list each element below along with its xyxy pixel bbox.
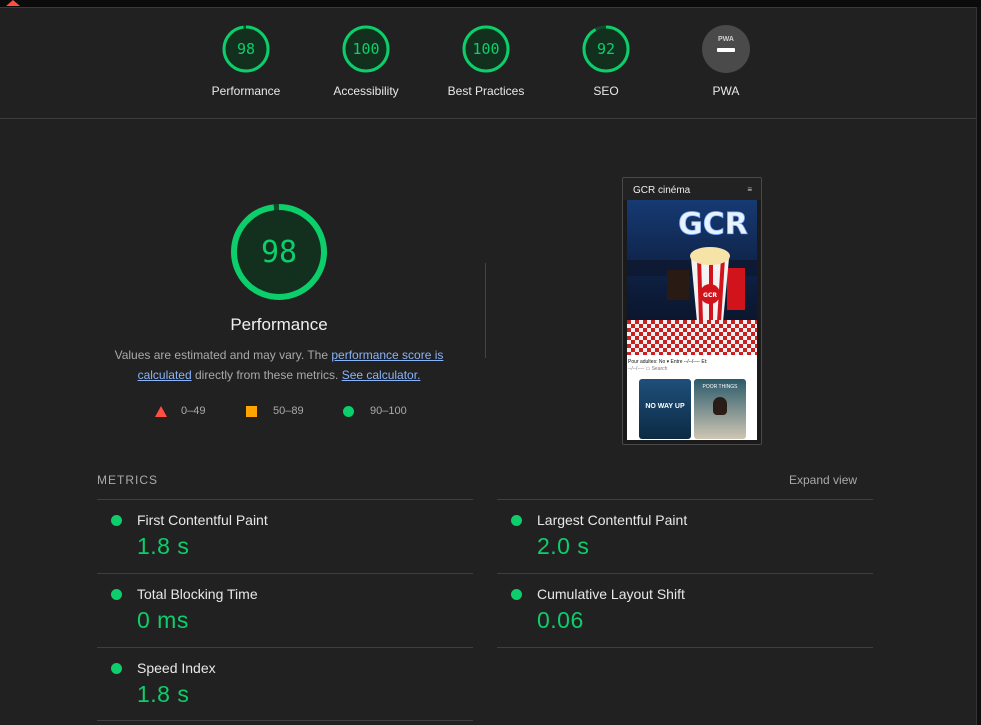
metric-tbt: Total Blocking Time 0 ms	[97, 573, 473, 648]
performance-title: Performance	[230, 315, 328, 334]
gauge-ring: 100	[462, 25, 510, 73]
square-icon	[246, 405, 257, 417]
legend-average: 50–89	[246, 405, 304, 417]
pass-circle-icon	[511, 589, 522, 600]
gauge-pwa[interactable]: PWA PWA	[666, 24, 786, 98]
metric-grid-line	[497, 647, 873, 649]
gauge-ring: 92	[582, 25, 630, 73]
category-gauges: 98 Performance 100 Accessibility 100 Bes…	[0, 8, 976, 119]
score-ring: 98	[231, 204, 327, 300]
gauge-score: 92	[597, 40, 615, 58]
pass-circle-icon	[111, 589, 122, 600]
gauge-score: 100	[472, 40, 499, 58]
pass-circle-icon	[511, 515, 522, 526]
metric-name: Largest Contentful Paint	[537, 512, 688, 528]
metric-cls: Cumulative Layout Shift 0.06	[497, 573, 873, 648]
metric-name: Cumulative Layout Shift	[537, 586, 685, 602]
poster-title: NO WAY UP	[645, 403, 685, 410]
metric-fcp: First Contentful Paint 1.8 s	[97, 499, 473, 574]
scrollbar[interactable]	[976, 7, 981, 725]
gauge-seo[interactable]: 92 SEO	[546, 24, 666, 98]
gauge-best-practices[interactable]: 100 Best Practices	[426, 24, 546, 98]
movie-poster-2: POOR THINGS	[694, 379, 746, 439]
form-line: ‑‑/‑‑/‑‑‑‑ ▭ Search	[628, 366, 668, 372]
top-bar	[0, 0, 981, 8]
metric-value: 0 ms	[137, 607, 189, 633]
gauge-ring: 98	[222, 25, 270, 73]
hero-text: GCR	[678, 207, 748, 242]
movie-poster-1: NO WAY UP	[639, 379, 691, 439]
legend-fail: 0–49	[155, 405, 205, 417]
gauge-label: Accessibility	[333, 84, 399, 98]
pass-circle-icon	[111, 515, 122, 526]
final-screenshot[interactable]: GCR cinéma ≡ GCR GCR Pour adultes: No ▾ …	[622, 177, 762, 445]
performance-score: 98	[261, 235, 297, 270]
metric-name: Total Blocking Time	[137, 586, 258, 602]
gauge-accessibility[interactable]: 100 Accessibility	[306, 24, 426, 98]
metric-value: 1.8 s	[137, 533, 190, 559]
gauge-performance[interactable]: 98 Performance	[186, 24, 306, 98]
expand-view-button[interactable]: Expand view	[789, 473, 857, 487]
legend-pass: 90–100	[343, 405, 407, 417]
performance-score-gauge: 98	[179, 202, 379, 307]
legend-label: 0–49	[181, 405, 206, 417]
pass-circle-icon	[111, 663, 122, 674]
legend-label: 50–89	[273, 405, 304, 417]
search-form: Pour adultes: No ▾ Entre ‑‑/‑‑/‑‑‑‑ Et: …	[627, 355, 757, 440]
triangle-icon	[155, 405, 167, 417]
pwa-badge-text: PWA	[718, 36, 734, 43]
hero-image: GCR GCR	[627, 200, 757, 355]
cup-logo-text: GCR	[703, 292, 717, 299]
circle-icon	[343, 405, 354, 417]
gauge-label: SEO	[593, 84, 619, 98]
score-description: Values are estimated and may vary. The p…	[100, 345, 458, 385]
desc-text: Values are estimated and may vary. The	[114, 348, 332, 362]
legend-label: 90–100	[370, 405, 407, 417]
gauge-label: Performance	[211, 84, 281, 98]
desc-text: directly from these metrics.	[191, 368, 342, 382]
metric-value: 1.8 s	[137, 681, 190, 707]
gauge-score: 100	[352, 40, 379, 58]
metric-si: Speed Index 1.8 s	[97, 647, 473, 722]
gauge-label: PWA	[712, 84, 740, 98]
poster-figure	[713, 397, 727, 415]
metric-name: Speed Index	[137, 660, 216, 676]
gauge-ring: 100	[342, 25, 390, 73]
site-title: GCR cinéma	[633, 185, 691, 196]
metrics-heading: METRICS	[97, 473, 158, 487]
metric-value: 0.06	[537, 607, 584, 633]
gauge-label: Best Practices	[447, 84, 525, 98]
metric-lcp: Largest Contentful Paint 2.0 s	[497, 499, 873, 574]
warning-triangle-icon	[6, 0, 20, 6]
see-calculator-link[interactable]: See calculator.	[342, 368, 421, 382]
gauge-score: 98	[237, 40, 255, 58]
pwa-badge-icon: PWA	[702, 25, 750, 73]
screenshot-header: GCR cinéma ≡	[623, 178, 761, 200]
menu-icon: ≡	[747, 185, 752, 194]
metric-name: First Contentful Paint	[137, 512, 268, 528]
vertical-divider	[485, 263, 486, 358]
metric-value: 2.0 s	[537, 533, 590, 559]
poster-title: POOR THINGS	[702, 384, 738, 390]
form-line: Pour adultes: No ▾ Entre ‑‑/‑‑/‑‑‑‑ Et:	[628, 359, 708, 365]
metrics-bottom-divider	[97, 720, 473, 721]
